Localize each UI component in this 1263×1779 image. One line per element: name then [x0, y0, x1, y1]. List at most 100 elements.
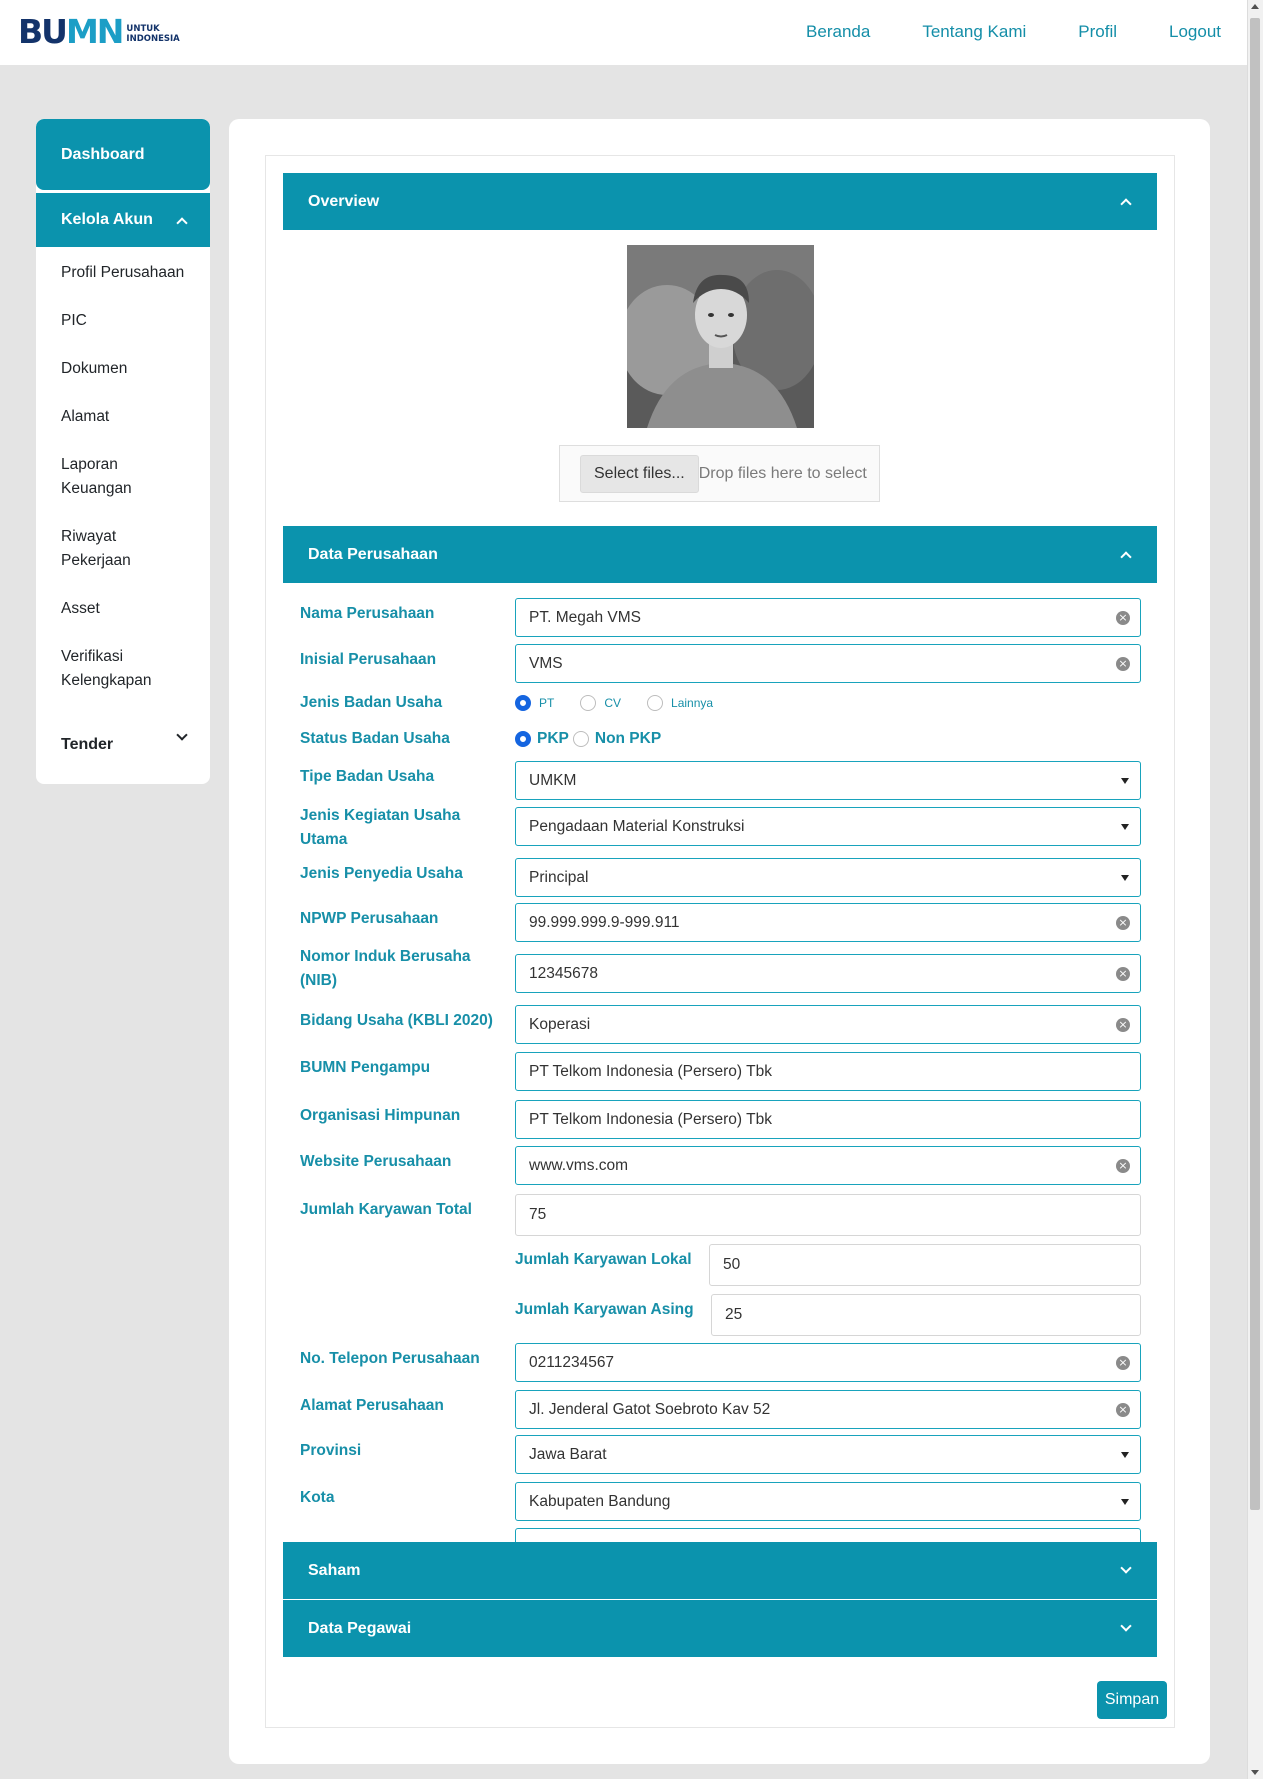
- radio-lainnya[interactable]: [647, 695, 664, 711]
- sidebar-group-kelola-akun[interactable]: Kelola Akun: [36, 193, 210, 247]
- nav-tentang-kami[interactable]: Tentang Kami: [922, 22, 1026, 42]
- nav-logout[interactable]: Logout: [1169, 22, 1221, 42]
- sidebar-item-laporan-keuangan[interactable]: Laporan Keuangan: [36, 453, 156, 501]
- nib-input[interactable]: 12345678 ×: [515, 954, 1141, 993]
- radio-pt[interactable]: [515, 695, 531, 711]
- jenis-penyedia-usaha-select[interactable]: Principal: [515, 858, 1141, 897]
- sidebar-submenu: Profil Perusahaan PIC Dokumen Alamat Lap…: [36, 247, 210, 693]
- sidebar-item-dashboard[interactable]: Dashboard: [36, 119, 210, 190]
- tipe-badan-usaha-select[interactable]: UMKM: [515, 761, 1141, 800]
- input-value: 25: [725, 1306, 743, 1323]
- input-value: 75: [529, 1206, 547, 1223]
- chevron-up-icon: [176, 216, 188, 229]
- sidebar-item-pic[interactable]: PIC: [36, 309, 210, 333]
- clear-icon[interactable]: ×: [1116, 657, 1130, 671]
- website-input[interactable]: www.vms.com ×: [515, 1146, 1141, 1185]
- sidebar-item-asset[interactable]: Asset: [36, 597, 210, 621]
- page-scrollbar[interactable]: [1247, 0, 1263, 1779]
- input-value: 0211234567: [529, 1353, 615, 1371]
- next-field-partial[interactable]: [515, 1528, 1141, 1542]
- select-value: Pengadaan Material Konstruksi: [529, 817, 745, 835]
- chevron-down-icon: [1120, 1620, 1132, 1632]
- input-value: VMS: [529, 654, 563, 672]
- sidebar: Dashboard Kelola Akun Profil Perusahaan …: [36, 119, 210, 784]
- bumn-pengampu-input[interactable]: PT Telkom Indonesia (Persero) Tbk: [515, 1052, 1141, 1091]
- chevron-down-icon: [176, 729, 188, 741]
- scroll-down-arrow-icon[interactable]: [1251, 1770, 1259, 1775]
- bumn-logo[interactable]: BUMN UNTUK INDONESIA: [18, 14, 180, 48]
- inisial-perusahaan-input[interactable]: VMS ×: [515, 644, 1141, 683]
- scrollbar-thumb[interactable]: [1250, 18, 1260, 1510]
- sidebar-item-riwayat-pekerjaan[interactable]: Riwayat Pekerjaan: [36, 525, 156, 573]
- alamat-input[interactable]: Jl. Jenderal Gatot Soebroto Kav 52 ×: [515, 1390, 1141, 1429]
- nama-perusahaan-input[interactable]: PT. Megah VMS ×: [515, 598, 1141, 637]
- sidebar-item-dokumen[interactable]: Dokumen: [36, 357, 210, 381]
- input-value: PT. Megah VMS: [529, 608, 641, 626]
- caret-down-icon: [1121, 824, 1129, 830]
- company-data-form: Nama Perusahaan PT. Megah VMS × Inisial …: [283, 582, 1157, 1542]
- clear-icon[interactable]: ×: [1116, 916, 1130, 930]
- sidebar-item-profil-perusahaan[interactable]: Profil Perusahaan: [36, 261, 210, 285]
- select-value: Kabupaten Bandung: [529, 1492, 671, 1510]
- sidebar-group-tender[interactable]: Tender: [36, 729, 210, 754]
- jenis-kegiatan-usaha-select[interactable]: Pengadaan Material Konstruksi: [515, 807, 1141, 846]
- radio-pkp[interactable]: [515, 731, 531, 747]
- radio-non-pkp[interactable]: [572, 731, 589, 747]
- section-header-data-perusahaan[interactable]: Data Perusahaan: [283, 526, 1157, 583]
- label-nama-perusahaan: Nama Perusahaan: [300, 605, 435, 622]
- select-files-button[interactable]: Select files...: [580, 454, 699, 493]
- telepon-input[interactable]: 0211234567 ×: [515, 1343, 1141, 1382]
- label-inisial-perusahaan: Inisial Perusahaan: [300, 651, 437, 668]
- label-organisasi-himpunan: Organisasi Himpunan: [300, 1107, 461, 1124]
- input-value: PT Telkom Indonesia (Persero) Tbk: [529, 1110, 772, 1128]
- caret-down-icon: [1121, 1452, 1129, 1458]
- clear-icon[interactable]: ×: [1116, 1018, 1130, 1032]
- clear-icon[interactable]: ×: [1116, 1159, 1130, 1173]
- top-navbar: BUMN UNTUK INDONESIA Beranda Tentang Kami…: [0, 0, 1247, 65]
- jumlah-karyawan-total-input[interactable]: 75: [515, 1194, 1141, 1236]
- select-value: Principal: [529, 868, 589, 886]
- section-title: Data Pegawai: [308, 1619, 412, 1637]
- clear-icon[interactable]: ×: [1116, 1356, 1130, 1370]
- chevron-down-icon: [1120, 1562, 1132, 1574]
- save-button[interactable]: Simpan: [1097, 1681, 1167, 1719]
- provinsi-select[interactable]: Jawa Barat: [515, 1435, 1141, 1474]
- sidebar-item-verifikasi-kelengkapan[interactable]: Verifikasi Kelengkapan: [36, 645, 156, 693]
- input-value: Koperasi: [529, 1015, 591, 1033]
- select-value: UMKM: [529, 771, 577, 789]
- sidebar-item-alamat[interactable]: Alamat: [36, 405, 210, 429]
- kota-select[interactable]: Kabupaten Bandung: [515, 1482, 1141, 1521]
- jumlah-karyawan-asing-input[interactable]: 25: [711, 1294, 1141, 1336]
- npwp-input[interactable]: 99.999.999.9-999.911 ×: [515, 903, 1141, 942]
- bidang-usaha-input[interactable]: Koperasi ×: [515, 1005, 1141, 1044]
- jumlah-karyawan-lokal-input[interactable]: 50: [709, 1244, 1141, 1286]
- caret-down-icon: [1121, 875, 1129, 881]
- scroll-up-arrow-icon[interactable]: [1251, 4, 1259, 9]
- section-title: Overview: [308, 192, 380, 210]
- drop-zone-hint[interactable]: Drop files here to select: [699, 465, 867, 483]
- nav-profil[interactable]: Profil: [1078, 22, 1117, 42]
- clear-icon[interactable]: ×: [1116, 967, 1130, 981]
- input-value: 99.999.999.9-999.911: [529, 913, 680, 931]
- section-header-overview[interactable]: Overview: [283, 173, 1157, 230]
- label-jenis-badan-usaha: Jenis Badan Usaha: [300, 694, 443, 711]
- logo-tagline: UNTUK INDONESIA: [126, 24, 180, 44]
- sidebar-group-label: Tender: [61, 736, 114, 753]
- clear-icon[interactable]: ×: [1116, 1403, 1130, 1417]
- label-alamat: Alamat Perusahaan: [300, 1397, 444, 1414]
- label-jumlah-karyawan-lokal: Jumlah Karyawan Lokal: [515, 1251, 692, 1268]
- nav-beranda[interactable]: Beranda: [806, 22, 870, 42]
- section-header-saham[interactable]: Saham: [283, 1542, 1157, 1599]
- radio-cv[interactable]: [580, 695, 597, 711]
- clear-icon[interactable]: ×: [1116, 611, 1130, 625]
- chevron-up-icon: [1120, 198, 1132, 210]
- organisasi-himpunan-input[interactable]: PT Telkom Indonesia (Persero) Tbk: [515, 1100, 1141, 1139]
- label-jumlah-karyawan-total: Jumlah Karyawan Total: [300, 1201, 472, 1218]
- section-header-data-pegawai[interactable]: Data Pegawai: [283, 1600, 1157, 1657]
- label-tipe-badan-usaha: Tipe Badan Usaha: [300, 768, 435, 785]
- input-value: Jl. Jenderal Gatot Soebroto Kav 52: [529, 1400, 771, 1418]
- label-website: Website Perusahaan: [300, 1153, 452, 1170]
- radio-label: PT: [539, 696, 555, 710]
- profile-card: Overview Select files... Drop files here…: [265, 155, 1175, 1728]
- file-upload: Select files... Drop files here to selec…: [559, 445, 880, 502]
